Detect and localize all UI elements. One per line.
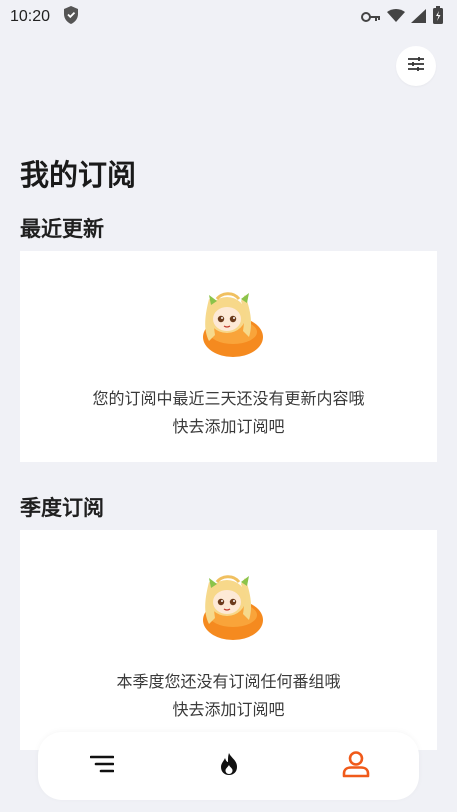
status-left: 10:20 (10, 5, 80, 29)
mascot-illustration (189, 285, 269, 363)
empty-message-line1: 本季度您还没有订阅任何番组哦 (116, 672, 341, 691)
flame-icon (218, 752, 240, 780)
section-title-recent: 最近更新 (20, 217, 104, 241)
signal-icon (411, 8, 427, 27)
status-right (361, 6, 443, 28)
shield-icon (62, 5, 80, 29)
empty-message-line1: 您的订阅中最近三天还没有更新内容哦 (92, 389, 365, 408)
section-title-season: 季度订阅 (20, 496, 104, 520)
page-title: 我的订阅 (20, 158, 137, 192)
status-time: 10:20 (10, 8, 51, 25)
tune-icon (407, 56, 425, 76)
list-menu-icon (89, 755, 114, 777)
filter-button[interactable] (396, 46, 436, 86)
key-icon (361, 8, 381, 27)
empty-message-line2: 快去添加订阅吧 (172, 700, 285, 719)
recent-empty-card: 您的订阅中最近三天还没有更新内容哦 快去添加订阅吧 (20, 251, 437, 462)
season-empty-card: 本季度您还没有订阅任何番组哦 快去添加订阅吧 (20, 530, 437, 750)
nav-item-profile[interactable] (326, 736, 386, 796)
battery-icon (433, 6, 443, 28)
nav-item-timeline[interactable] (72, 736, 132, 796)
mascot-illustration (189, 568, 269, 646)
wifi-icon (387, 8, 405, 27)
empty-message-line2: 快去添加订阅吧 (172, 417, 285, 436)
status-bar: 10:20 (0, 0, 457, 34)
user-icon (341, 750, 371, 782)
bottom-nav (38, 732, 419, 800)
nav-item-hot[interactable] (199, 736, 259, 796)
